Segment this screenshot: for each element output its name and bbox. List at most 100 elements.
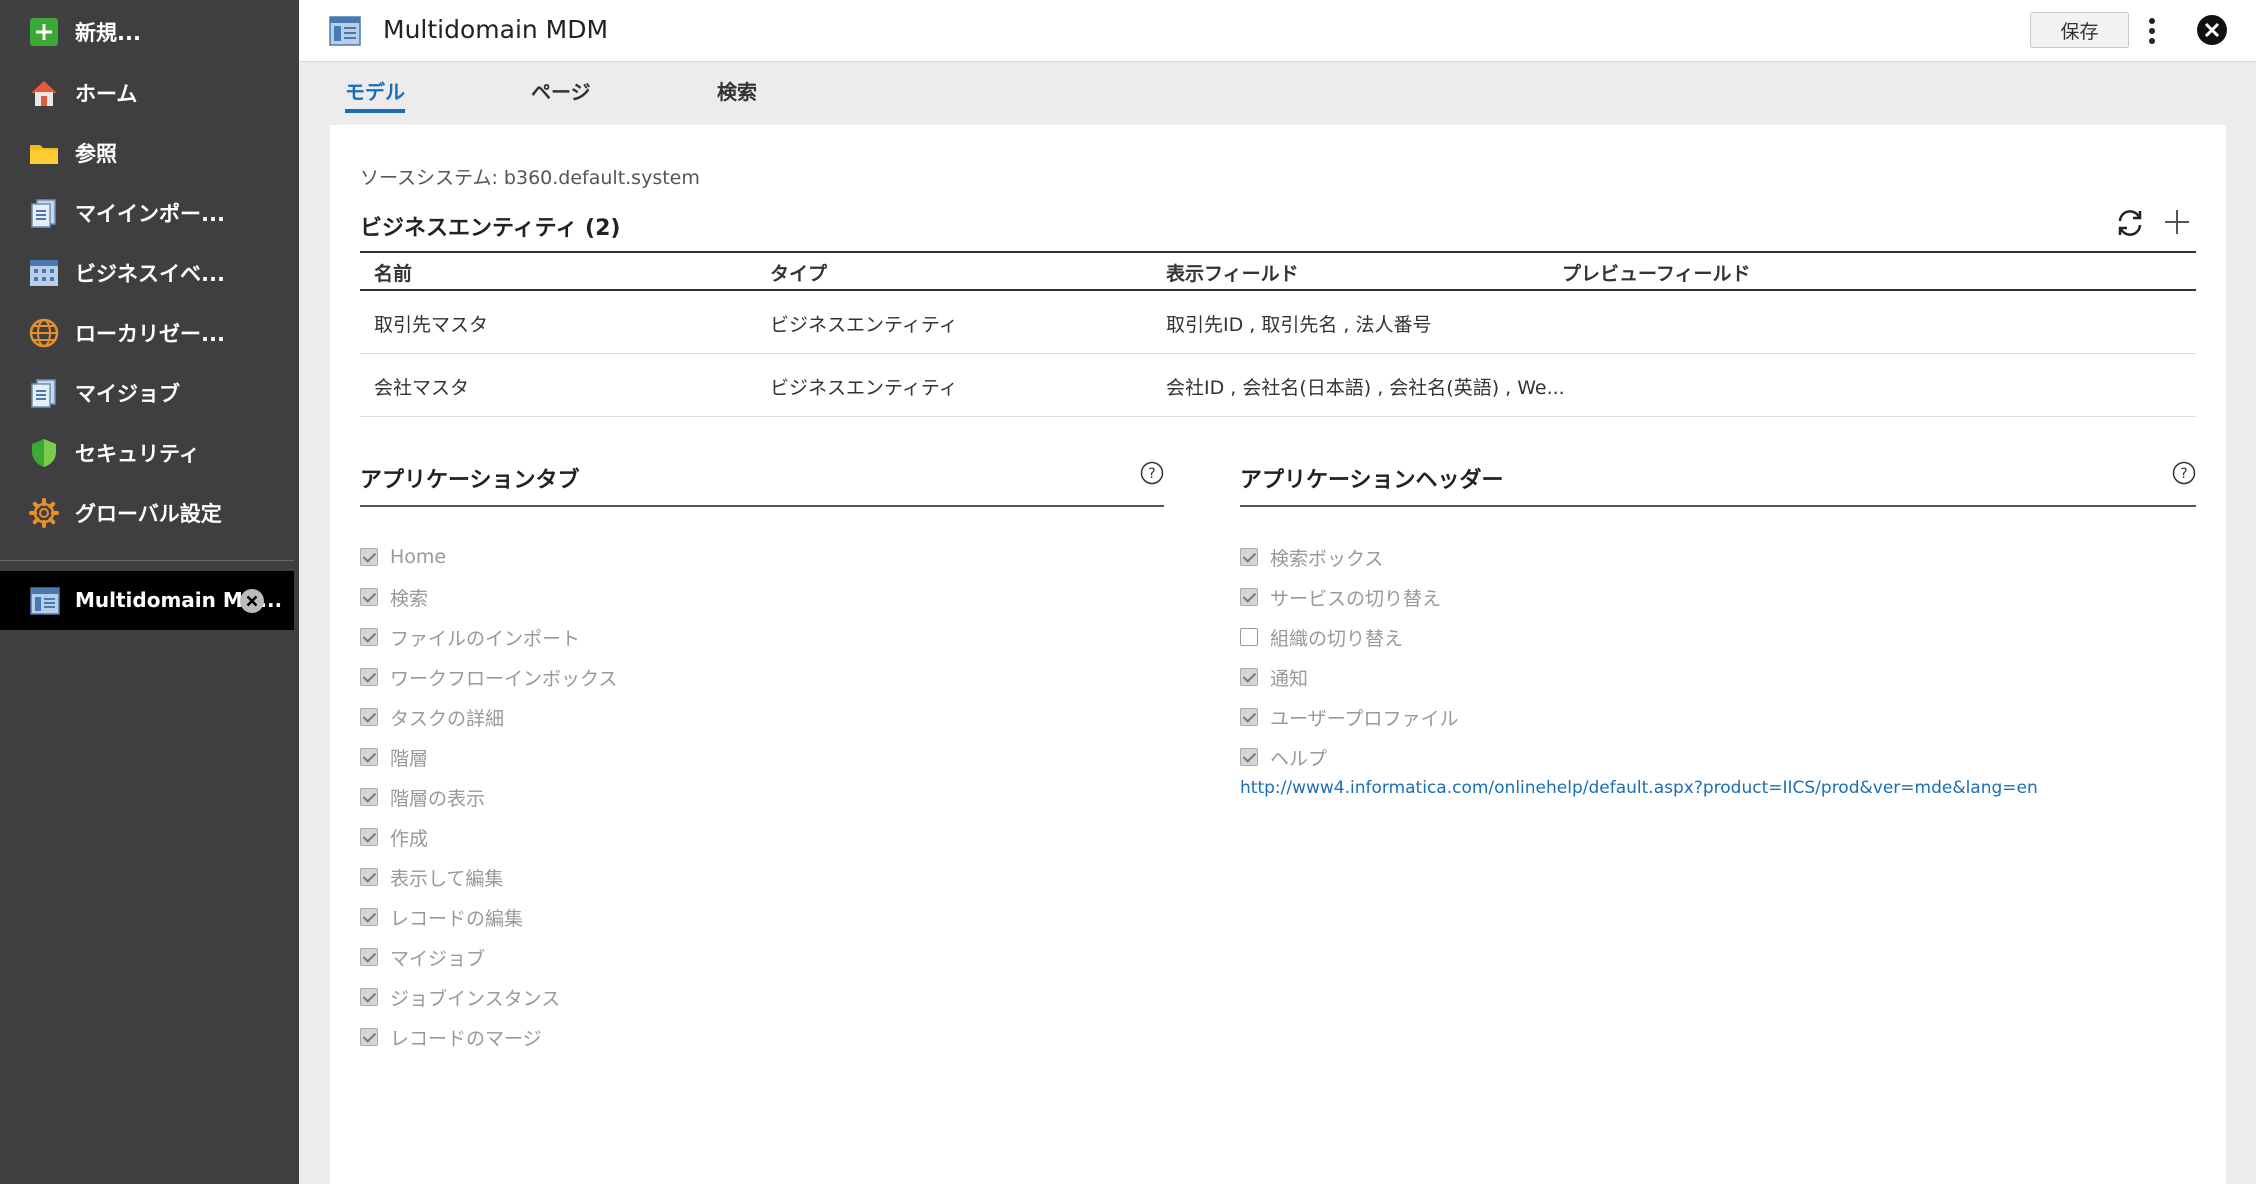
sidebar-item-label: マイインポー... [75,202,225,226]
checkbox-label: 階層の表示 [390,787,486,810]
svg-text:?: ? [1148,466,1155,482]
app-header-checkbox-row[interactable]: サービスの切り替え [1240,577,1458,617]
column-header[interactable]: プレビューフィールド [1562,259,1750,286]
app-tabs-title: アプリケーションタブ [360,468,580,493]
app-header-checkbox-row[interactable]: 組織の切り替え [1240,617,1458,657]
sidebar-item-label: グローバル設定 [75,502,222,526]
checkbox-label: 組織の切り替え [1270,627,1404,650]
sidebar-item-my-imports[interactable]: マイインポー... [0,183,299,243]
app-tab-checkbox-row[interactable]: マイジョブ [360,937,617,977]
sidebar-item-localization[interactable]: ローカリゼー... [0,303,299,363]
cell-display-fields: 会社ID , 会社名(日本語) , 会社名(英語) , We... [1166,377,1565,399]
checkbox[interactable] [1240,628,1258,646]
checkbox-label: 表示して編集 [390,867,504,890]
sidebar-item-new[interactable]: 新規... [0,2,299,62]
checkbox-label: レコードのマージ [390,1027,542,1050]
checkbox[interactable] [360,708,378,726]
app-tab-checkbox-row[interactable]: 表示して編集 [360,857,617,897]
sidebar-item-home[interactable]: ホーム [0,63,299,123]
column-header[interactable]: 表示フィールド [1166,259,1299,286]
checkbox-label: ファイルのインポート [390,627,581,650]
globe-icon [29,318,59,348]
checkbox-label: タスクの詳細 [390,707,505,730]
checkbox[interactable] [360,988,378,1006]
app-tab-checkbox-row[interactable]: ファイルのインポート [360,617,617,657]
app-header-checkbox-row[interactable]: ユーザープロファイル [1240,697,1458,737]
app-header-title: アプリケーションヘッダー [1240,468,1504,493]
sidebar-item-label: 参照 [75,142,117,166]
sidebar-item-browse[interactable]: 参照 [0,123,299,183]
column-header[interactable]: 名前 [374,259,412,286]
app-tab-checkbox-row[interactable]: 作成 [360,817,617,857]
jobs-icon [31,379,56,408]
checkbox[interactable] [360,1028,378,1046]
sidebar-item-my-jobs[interactable]: マイジョブ [0,363,299,423]
folder-icon [30,145,58,164]
help-icon[interactable]: ? [2172,461,2196,485]
app-header-checkbox-row[interactable]: ヘルプ [1240,737,1458,777]
sidebar-item-global-settings[interactable]: グローバル設定 [0,483,299,543]
app-tab-checkbox-row[interactable]: Home [360,537,617,577]
app-header-checkbox-row[interactable]: 検索ボックス [1240,537,1458,577]
add-entity-icon[interactable] [2162,207,2192,237]
checkbox-label: ジョブインスタンス [390,987,561,1010]
checkbox[interactable] [1240,708,1258,726]
app-header-divider [1240,505,2196,507]
app-header-checkbox-row[interactable]: 通知 [1240,657,1458,697]
sidebar-item-security[interactable]: セキュリティ [0,423,299,483]
sidebar-item-label: ホーム [75,82,138,106]
checkbox[interactable] [1240,748,1258,766]
app-tab-checkbox-row[interactable]: 検索 [360,577,617,617]
checkbox[interactable] [360,868,378,886]
checkbox[interactable] [360,948,378,966]
table-row[interactable]: 取引先マスタ ビジネスエンティティ 取引先ID , 取引先名 , 法人番号 [360,291,2196,354]
table-row[interactable]: 会社マスタ ビジネスエンティティ 会社ID , 会社名(日本語) , 会社名(英… [360,354,2196,417]
cell-name: 会社マスタ [374,377,470,399]
app-tab-checkbox-row[interactable]: タスクの詳細 [360,697,617,737]
checkbox[interactable] [360,748,378,766]
close-app-icon[interactable] [239,588,265,614]
checkbox-label: マイジョブ [390,947,486,970]
sidebar-item-business-events[interactable]: ビジネスイベ... [0,243,299,303]
checkbox-label: 検索 [390,587,429,610]
gear-icon [29,498,59,528]
checkbox-label: ワークフローインボックス [390,667,618,690]
app-tab-checkbox-row[interactable]: レコードのマージ [360,1017,617,1057]
column-header[interactable]: タイプ [770,259,827,286]
help-icon[interactable]: ? [1140,461,1164,485]
checkbox[interactable] [1240,588,1258,606]
checkbox-label: 階層 [390,747,429,770]
model-panel: ソースシステム: b360.default.system ビジネスエンティティ … [330,125,2226,1184]
checkbox[interactable] [360,548,378,566]
checkbox[interactable] [360,908,378,926]
sidebar: 新規... ホーム 参照 マイインポー... ビジネスイベ... ローカリゼー.… [0,0,299,1184]
help-url-link[interactable]: http://www4.informatica.com/onlinehelp/d… [1240,778,2038,798]
app-tab-checkbox-row[interactable]: 階層の表示 [360,777,617,817]
checkbox[interactable] [360,788,378,806]
close-icon[interactable] [2195,13,2229,47]
checkbox[interactable] [360,588,378,606]
checkbox[interactable] [1240,548,1258,566]
shield-icon [32,439,56,467]
app-tab-checkbox-row[interactable]: 階層 [360,737,617,777]
tab-page[interactable]: ページ [531,76,591,109]
app-tab-checkbox-row[interactable]: レコードの編集 [360,897,617,937]
tab-search[interactable]: 検索 [717,76,757,109]
checkbox[interactable] [1240,668,1258,686]
checkbox[interactable] [360,668,378,686]
more-options-icon[interactable] [2146,16,2158,46]
app-icon [30,587,60,615]
home-icon [31,81,57,106]
cell-display-fields: 取引先ID , 取引先名 , 法人番号 [1166,314,1432,336]
checkbox[interactable] [360,828,378,846]
save-button[interactable]: 保存 [2030,12,2129,48]
plus-icon [30,18,58,46]
checkbox[interactable] [360,628,378,646]
refresh-icon[interactable] [2114,207,2146,239]
app-tab-checkbox-row[interactable]: ジョブインスタンス [360,977,617,1017]
sidebar-open-app-multidomain[interactable]: Multidomain MD... [0,571,294,630]
svg-text:?: ? [2180,466,2187,482]
cell-name: 取引先マスタ [374,314,489,336]
app-tab-checkbox-row[interactable]: ワークフローインボックス [360,657,617,697]
tab-model[interactable]: モデル [345,76,405,113]
